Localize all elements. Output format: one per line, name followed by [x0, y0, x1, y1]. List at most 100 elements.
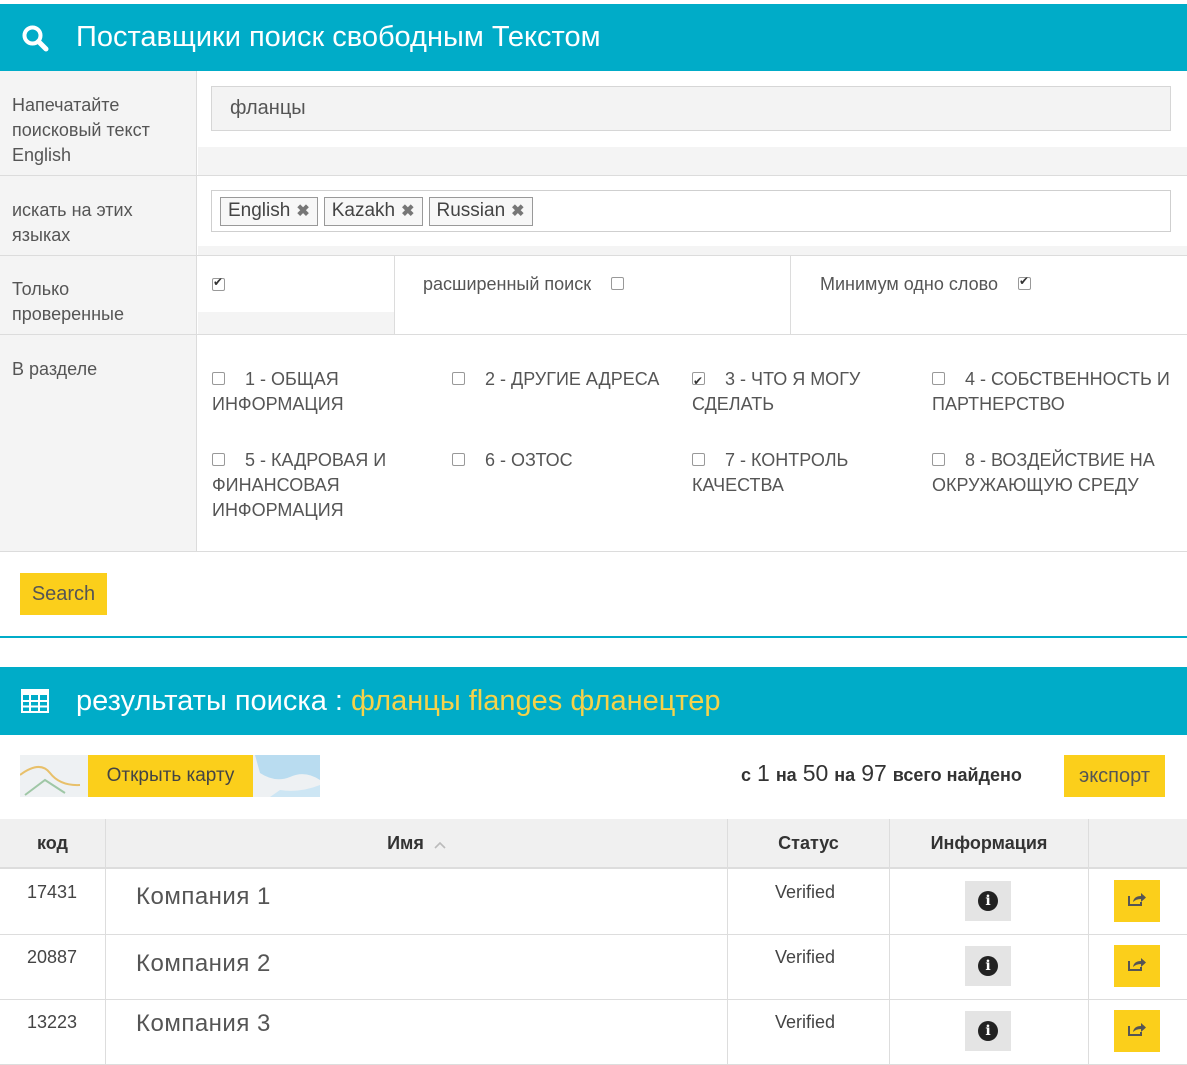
search-button[interactable]: Search [20, 573, 107, 615]
row-name-cell: Компания 3 [106, 999, 728, 1064]
table-row: 20887 Компания 2 Verified i [0, 934, 1187, 1000]
company-name[interactable]: Компания 3 [118, 1010, 316, 1038]
search-header: Поставщики поиск свободным Текстом [0, 4, 1187, 71]
language-tag: English ✖ [220, 196, 318, 226]
pag-to-label: на [775, 765, 797, 785]
section-option[interactable]: 5 - КАДРОВАЯ И ФИНАНСОВАЯ ИНФОРМАЦИЯ [212, 448, 407, 523]
pag-total-label: на [834, 765, 856, 785]
section-option-label: 5 - КАДРОВАЯ И ФИНАНСОВАЯ ИНФОРМАЦИЯ [212, 450, 387, 520]
row-status-cell: Verified [728, 934, 890, 999]
verified-label: Только проверенные [0, 256, 197, 334]
info-button[interactable]: i [965, 1011, 1011, 1051]
section-option[interactable]: 7 - КОНТРОЛЬ КАЧЕСТВА [692, 448, 872, 498]
row-status-cell: Verified [728, 869, 890, 934]
column-name[interactable]: Имя [106, 819, 728, 867]
search-icon [20, 23, 50, 53]
search-input[interactable]: фланцы [211, 86, 1171, 131]
options-row-footer [198, 312, 394, 334]
language-row: искать на этих языках English ✖ Kazakh ✖ R… [0, 176, 1187, 256]
language-row-footer [198, 246, 1187, 255]
open-button[interactable] [1114, 880, 1160, 922]
advanced-checkbox[interactable] [611, 277, 625, 290]
checkbox[interactable] [212, 275, 225, 292]
row-status: Verified [775, 1012, 836, 1032]
language-cell: English ✖ Kazakh ✖ Russian ✖ [198, 176, 1187, 255]
column-status[interactable]: Статус [728, 819, 890, 867]
pag-total: 97 [861, 760, 887, 786]
column-info: Информация [890, 819, 1089, 867]
info-icon: i [978, 1021, 998, 1041]
section-option[interactable]: 4 - СОБСТВЕННОСТЬ И ПАРТНЕРСТВО [932, 367, 1177, 417]
row-info-cell: i [890, 869, 1089, 934]
language-label: искать на этих языках [0, 176, 197, 255]
section-checkbox[interactable] [212, 452, 225, 466]
tag-label: English [228, 200, 291, 221]
search-text-label: Напечатайте поисковый текст English [0, 71, 197, 175]
open-button[interactable] [1114, 1010, 1160, 1052]
section-option[interactable]: 1 - ОБЩАЯ ИНФОРМАЦИЯ [212, 367, 442, 417]
results-header: результаты поиска : фланцы flanges флане… [0, 667, 1187, 735]
sort-up-icon[interactable] [434, 833, 446, 854]
table-row: 17431 Компания 1 Verified i [0, 869, 1187, 935]
section-checkbox[interactable] [692, 452, 705, 466]
open-map-button[interactable]: Открыть карту [88, 755, 253, 797]
section-checkbox[interactable] [692, 369, 705, 394]
section-label: В разделе [0, 335, 197, 551]
section-option-label: 3 - ЧТО Я МОГУ СДЕЛАТЬ [692, 369, 861, 414]
section-checkbox[interactable] [452, 371, 465, 385]
share-icon [1127, 891, 1147, 912]
text-cell: фланцы [198, 71, 1187, 175]
row-action-cell [1089, 934, 1187, 999]
pag-found-label: всего найдено [892, 765, 1022, 785]
language-select[interactable]: English ✖ Kazakh ✖ Russian ✖ [211, 190, 1171, 232]
text-row-footer [198, 147, 1187, 175]
results-title: результаты поиска : [76, 684, 343, 717]
divider [0, 636, 1187, 638]
export-button[interactable]: экспорт [1064, 755, 1165, 797]
section-option-label: 8 - ВОЗДЕЙСТВИЕ НА ОКРУЖАЮЩУЮ СРЕДУ [932, 450, 1155, 495]
row-status: Verified [775, 947, 836, 967]
info-button[interactable]: i [965, 881, 1011, 921]
text-row: Напечатайте поисковый текст English флан… [0, 71, 1187, 176]
company-name[interactable]: Компания 2 [118, 950, 289, 978]
section-checkbox[interactable] [932, 452, 945, 466]
section-checkbox[interactable] [452, 452, 465, 466]
table-icon [20, 686, 50, 716]
row-code-cell: 20887 [0, 934, 106, 999]
info-icon: i [978, 891, 998, 911]
tag-label: Kazakh [331, 200, 396, 221]
column-code[interactable]: код [0, 819, 106, 867]
section-checkbox[interactable] [212, 371, 225, 385]
section-option[interactable]: 2 - ДРУГИЕ АДРЕСА [452, 367, 682, 392]
remove-icon[interactable]: ✖ [511, 201, 524, 221]
min-word-option: Минимум одно слово [790, 256, 1187, 334]
remove-icon[interactable]: ✖ [296, 201, 309, 221]
remove-icon[interactable]: ✖ [401, 201, 414, 221]
info-button[interactable]: i [965, 946, 1011, 986]
share-icon [1127, 956, 1147, 977]
row-status-cell: Verified [728, 999, 890, 1064]
row-code-cell: 17431 [0, 869, 106, 934]
min-word-checkbox[interactable] [1017, 274, 1031, 290]
options-row: Только проверенные расширенный поиск Мин… [0, 256, 1187, 335]
column-name-label: Имя [387, 832, 424, 853]
results-query: фланцы flanges фланецтер [350, 684, 721, 717]
row-action-cell [1089, 999, 1187, 1064]
row-action-cell [1089, 869, 1187, 934]
options-cell: расширенный поиск Минимум одно слово [198, 256, 1187, 334]
section-cell: 1 - ОБЩАЯ ИНФОРМАЦИЯ 2 - ДРУГИЕ АДРЕСА 3… [198, 335, 1187, 551]
company-name[interactable]: Компания 1 [118, 883, 362, 911]
table-header: код Имя Статус Информация [0, 819, 1187, 869]
row-code: 20887 [27, 947, 78, 967]
section-option[interactable]: 8 - ВОЗДЕЙСТВИЕ НА ОКРУЖАЮЩУЮ СРЕДУ [932, 448, 1177, 498]
info-icon: i [978, 956, 998, 976]
section-checkbox[interactable] [932, 371, 945, 385]
language-tag: Kazakh ✖ [323, 196, 423, 226]
map-thumbnail[interactable]: Открыть карту [20, 755, 320, 797]
verified-checkbox[interactable] [212, 275, 225, 294]
row-code-cell: 13223 [0, 999, 106, 1064]
section-option[interactable]: 6 - ОЗТОС [452, 448, 682, 473]
section-option[interactable]: 3 - ЧТО Я МОГУ СДЕЛАТЬ [692, 367, 922, 417]
open-button[interactable] [1114, 945, 1160, 987]
page-title: Поставщики поиск свободным Текстом [76, 21, 601, 53]
